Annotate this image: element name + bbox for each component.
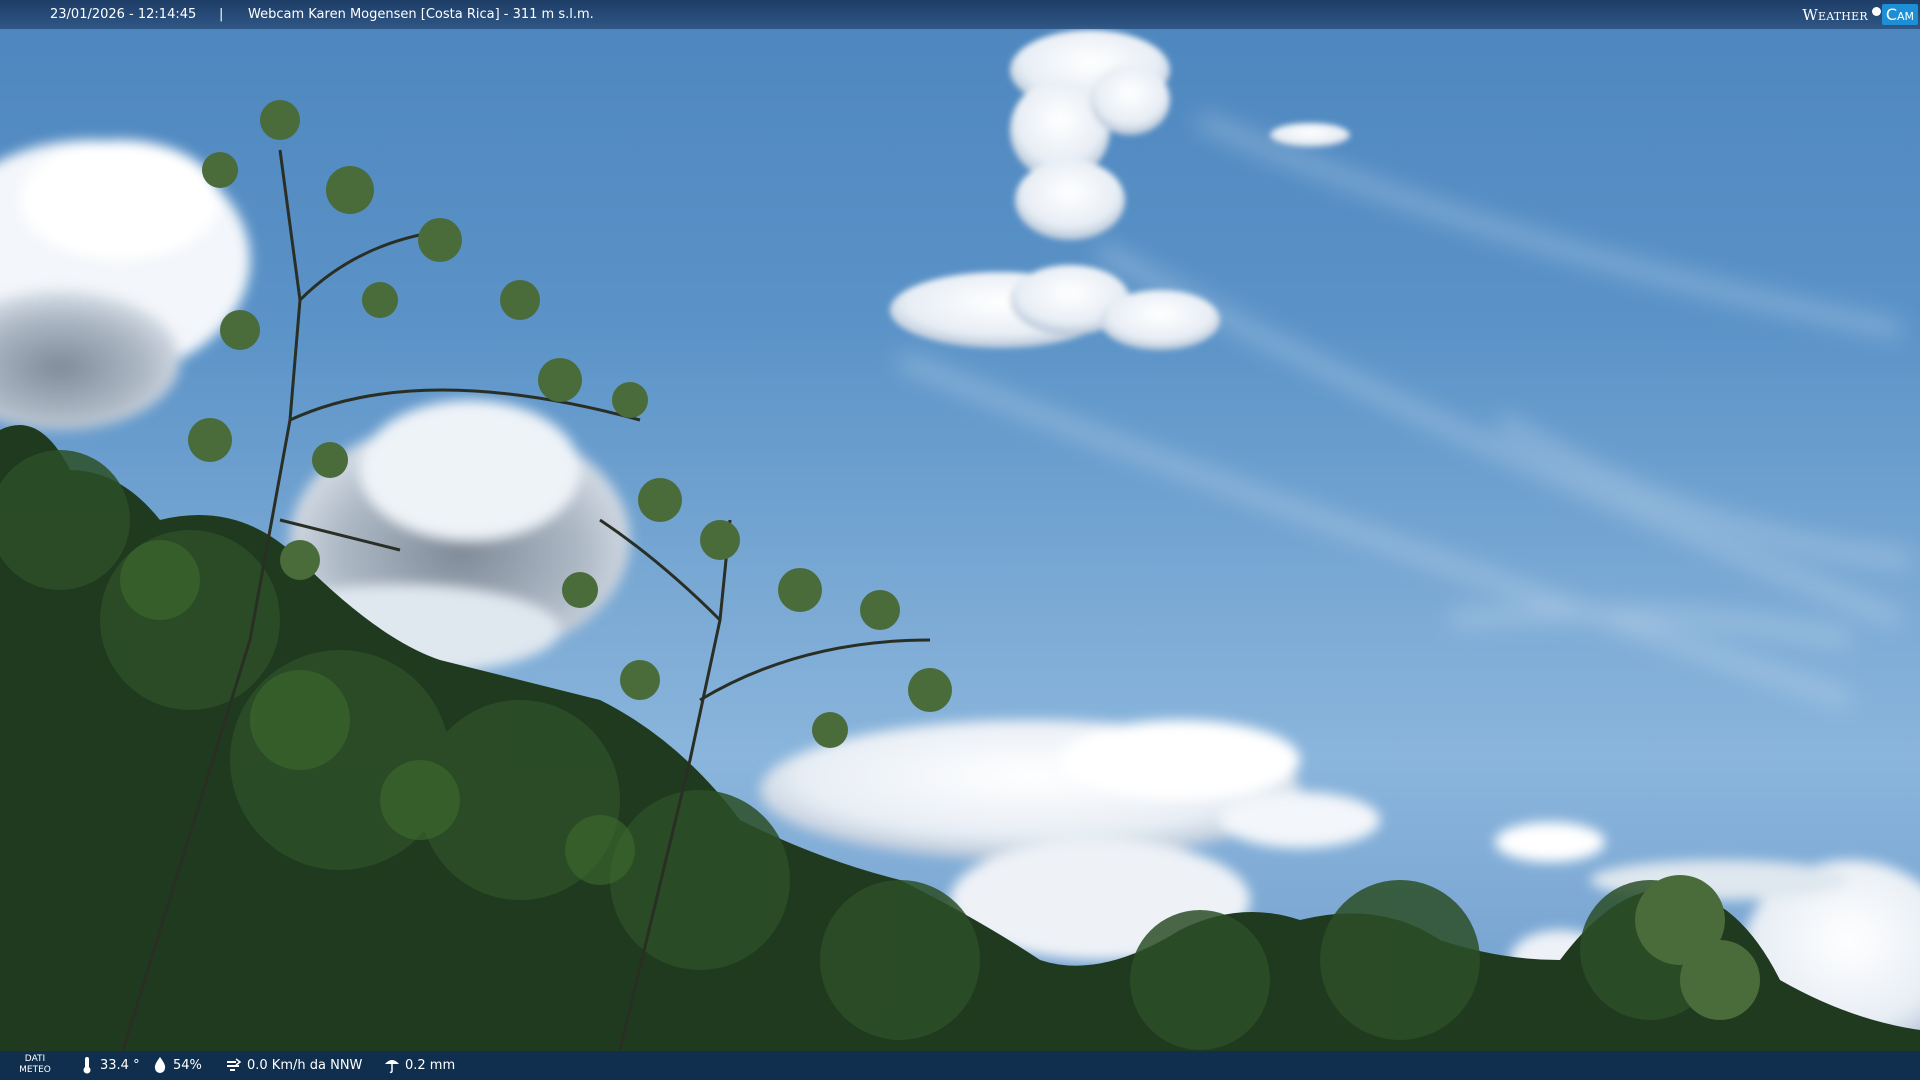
- wind-icon: [227, 1058, 242, 1071]
- logo-cam-text: Cam: [1881, 4, 1918, 25]
- wind-value: 0.0 Km/h da NNW: [247, 1057, 363, 1073]
- timestamp: 23/01/2026 - 12:14:45: [50, 7, 197, 22]
- logo-weather-text: Weather: [1802, 5, 1868, 24]
- humidity-value: 54%: [173, 1057, 202, 1073]
- weather-data-label: DATI METEO: [18, 1054, 52, 1076]
- thermometer-icon: [83, 1057, 91, 1074]
- webcam-title: Webcam Karen Mogensen [Costa Rica] - 311…: [248, 7, 594, 22]
- cloud-top: [1010, 30, 1350, 240]
- landscape-scene: [0, 30, 1920, 1080]
- header-separator: |: [219, 7, 224, 22]
- webcam-image: [0, 0, 1920, 1080]
- top-info-bar: 23/01/2026 - 12:14:45 | Webcam Karen Mog…: [0, 0, 1920, 29]
- weather-data-bar: DATI METEO 33.4 ° 54% 0.0 Km/h da NNW 0.…: [0, 1051, 1920, 1080]
- humidity-reading: 54%: [152, 1056, 202, 1074]
- dati-label: DATI: [24, 1054, 46, 1064]
- rain-value: 0.2 mm: [405, 1057, 456, 1073]
- rain-icon: [385, 1060, 399, 1074]
- weathercam-logo[interactable]: Weather Cam: [1798, 2, 1918, 27]
- temperature-reading: 33.4 °: [79, 1056, 140, 1074]
- temperature-value: 33.4 °: [100, 1057, 140, 1073]
- meteo-label: METEO: [19, 1065, 51, 1075]
- logo-dot-icon: [1871, 7, 1881, 16]
- wind-reading: 0.0 Km/h da NNW: [226, 1056, 362, 1074]
- rain-reading: 0.2 mm: [384, 1056, 455, 1074]
- humidity-drop-icon: [154, 1057, 166, 1073]
